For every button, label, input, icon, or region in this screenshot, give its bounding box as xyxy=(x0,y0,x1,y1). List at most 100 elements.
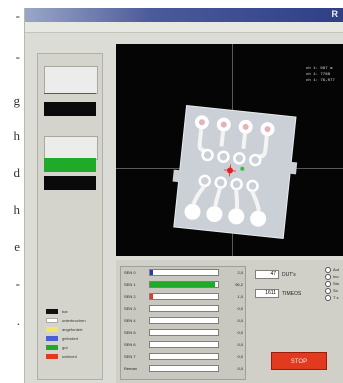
channel-row: SEN 2 1,0 xyxy=(123,293,243,301)
timeos-label: TIMEOS xyxy=(282,291,302,297)
legend-item: unterbrochen xyxy=(46,316,86,325)
indicator-light xyxy=(44,66,98,94)
legend-swatch xyxy=(46,318,58,323)
side-text-5: h xyxy=(13,202,21,217)
legend-item: bar xyxy=(46,307,86,316)
indicator-red-line xyxy=(44,93,96,94)
radio-button[interactable] xyxy=(325,294,331,301)
radio-button[interactable] xyxy=(325,273,331,280)
radio-button[interactable] xyxy=(325,280,331,287)
timeos-field[interactable]: 1611 xyxy=(255,289,279,298)
legend-item: angefordert xyxy=(46,325,86,334)
channel-bar xyxy=(149,329,219,336)
radio-label: Aut xyxy=(333,267,340,272)
channel-row: SEN 1 96,2 xyxy=(123,281,243,289)
side-text-7: - xyxy=(15,276,20,291)
channel-bar xyxy=(149,281,219,288)
indicator-green xyxy=(44,158,96,172)
channel-bar xyxy=(149,341,219,348)
radio-label: Ino xyxy=(333,274,339,279)
radio-label: So xyxy=(333,288,338,293)
channel-bar xyxy=(149,293,219,300)
channel-row: SEN 6 0,0 xyxy=(123,341,243,349)
indicator-black-1 xyxy=(44,102,96,116)
channel-value: 0,0 xyxy=(237,330,243,335)
channel-label: SEN 5 xyxy=(124,330,136,335)
legend-swatch xyxy=(46,354,58,359)
legend-label: unterbrochen xyxy=(62,318,86,323)
channel-value: 0,0 xyxy=(237,342,243,347)
channel-bar xyxy=(149,305,219,312)
channel-bar xyxy=(149,317,219,324)
channel-list: SEN 0 2,0 SEN 1 96,2 SEN 2 1,0 SEN 3 0,0… xyxy=(120,266,246,380)
channel-bar xyxy=(149,365,219,372)
app-window: R bar unterbrochen angefordert gefordert… xyxy=(24,8,343,383)
channel-bar xyxy=(149,353,219,360)
page-side-text: - - g h d h e - . xyxy=(0,0,24,383)
mode-radio-group: Aut Ino Sto So T s xyxy=(325,266,339,301)
channel-label: SEN 4 xyxy=(124,318,136,323)
legend-label: angefordert xyxy=(62,327,83,332)
radio-option[interactable]: Ino xyxy=(325,273,339,280)
channel-value: 0,0 xyxy=(237,318,243,323)
channel-value: 96,2 xyxy=(235,282,243,287)
status-panel: bar unterbrochen angefordert gefordert g… xyxy=(37,53,103,380)
channel-value: 1,0 xyxy=(237,294,243,299)
title-bar[interactable]: R xyxy=(25,8,343,22)
indicator-black-2 xyxy=(44,176,96,190)
camera-overlay-readout: ch 1: 097 m ch 1: 7768 ch 1: 76,077 xyxy=(306,66,335,84)
radio-option[interactable]: So xyxy=(325,287,339,294)
radio-label: T s xyxy=(333,295,339,300)
side-text-4: d xyxy=(13,165,21,180)
channel-label: SEN 3 xyxy=(124,306,136,311)
channel-fill xyxy=(150,270,153,275)
radio-option[interactable]: T s xyxy=(325,294,339,301)
legend-item: gefordert xyxy=(46,334,86,343)
legend-item: schlecht xyxy=(46,352,86,361)
side-text-1: - xyxy=(15,49,20,64)
radio-button[interactable] xyxy=(325,287,331,294)
legend-swatch xyxy=(46,309,58,314)
legend-item: gut xyxy=(46,343,86,352)
legend-swatch xyxy=(46,345,58,350)
side-text-6: e xyxy=(14,239,20,254)
chip-image xyxy=(172,105,298,239)
channel-label: SEN 1 xyxy=(124,282,136,287)
channel-value: 0,0 xyxy=(237,366,243,371)
radio-option[interactable]: Aut xyxy=(325,266,339,273)
camera-view[interactable]: ch 1: 097 m ch 1: 7768 ch 1: 76,077 xyxy=(116,44,343,256)
channel-fill xyxy=(150,282,216,287)
channel-label: SEN 0 xyxy=(124,270,136,275)
side-text-2: g xyxy=(13,93,21,108)
channel-row: Reman 0,0 xyxy=(123,365,243,373)
radio-button[interactable] xyxy=(325,266,331,273)
radio-label: Sto xyxy=(333,281,340,286)
indicator-light-2 xyxy=(44,136,98,160)
channel-label: SEN 2 xyxy=(124,294,136,299)
radio-option[interactable]: Sto xyxy=(325,280,339,287)
channel-bar xyxy=(149,269,219,276)
stop-button[interactable]: STOP xyxy=(271,352,327,370)
channel-row: SEN 0 2,0 xyxy=(123,269,243,277)
channel-row: SEN 4 0,0 xyxy=(123,317,243,325)
channel-value: 0,0 xyxy=(237,306,243,311)
channel-label: SEN 6 xyxy=(124,342,136,347)
dut-count-field[interactable]: 47 xyxy=(255,270,279,279)
channel-value: 2,0 xyxy=(237,270,243,275)
legend-swatch xyxy=(46,327,58,332)
menu-bar xyxy=(25,22,343,33)
side-text-3: h xyxy=(13,128,21,143)
legend-swatch xyxy=(46,336,58,341)
legend-label: gefordert xyxy=(62,336,79,341)
side-text-8: . xyxy=(16,313,20,328)
legend-label: gut xyxy=(62,345,68,350)
channel-fill xyxy=(150,294,153,299)
channel-value: 0,0 xyxy=(237,354,243,359)
legend-label: bar xyxy=(62,309,68,314)
color-legend: bar unterbrochen angefordert gefordert g… xyxy=(46,307,86,361)
overlay-line: ch 1: 76,077 xyxy=(306,79,335,83)
channel-label: SEN 7 xyxy=(124,354,136,359)
channel-row: SEN 3 0,0 xyxy=(123,305,243,313)
window-title: R xyxy=(331,9,339,19)
side-text-0: - xyxy=(15,8,20,23)
